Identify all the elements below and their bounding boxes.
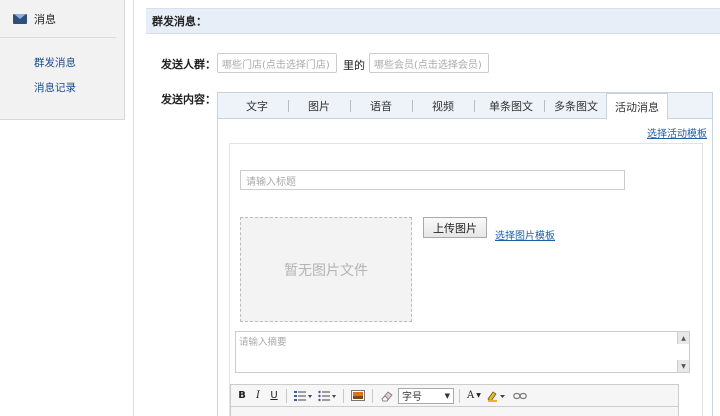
tab-bar: 文字 图片 语音 视频 单条图文 多条图文 活动消息 bbox=[218, 93, 712, 120]
rich-text-editor: B I U 字号 ▼ A ▼ bbox=[230, 384, 679, 416]
store-select-input[interactable]: 哪些门店(点击选择门店) bbox=[217, 53, 337, 73]
font-size-select-value: 字号 bbox=[402, 392, 422, 403]
member-select-input[interactable]: 哪些会员(点击选择会员) bbox=[369, 53, 489, 73]
toolbar-divider bbox=[372, 388, 373, 403]
font-color-label: A bbox=[467, 390, 475, 401]
toolbar-divider bbox=[459, 388, 460, 403]
sidebar-header: 消息 bbox=[0, 0, 116, 38]
ordered-list-icon[interactable] bbox=[292, 388, 314, 404]
scroll-up-icon[interactable]: ▲ bbox=[677, 332, 689, 344]
select-image-template-link[interactable]: 选择图片模板 bbox=[495, 227, 555, 242]
toolbar-divider bbox=[343, 388, 344, 403]
sidebar-item-mass-message[interactable]: 群发消息 bbox=[34, 55, 76, 70]
tab-video[interactable]: 视频 bbox=[420, 93, 466, 119]
summary-textarea[interactable]: 请输入摘要 ▲ ▼ bbox=[235, 331, 690, 373]
upload-image-button[interactable]: 上传图片 bbox=[423, 217, 487, 238]
connector-text: 里的 bbox=[343, 59, 365, 72]
font-color-button[interactable]: A ▼ bbox=[465, 388, 483, 404]
summary-placeholder: 请输入摘要 bbox=[239, 337, 287, 348]
scroll-down-icon[interactable]: ▼ bbox=[677, 360, 689, 372]
unordered-list-icon[interactable] bbox=[316, 388, 338, 404]
title-input[interactable]: 请输入标题 bbox=[240, 170, 625, 190]
underline-button[interactable]: U bbox=[267, 388, 281, 404]
chevron-down-icon: ▼ bbox=[476, 392, 481, 399]
member-select-placeholder: 哪些会员(点击选择会员) bbox=[374, 59, 482, 71]
content-label: 发送内容： bbox=[161, 93, 216, 106]
store-select-placeholder: 哪些门店(点击选择门店) bbox=[222, 59, 330, 71]
envelope-icon bbox=[13, 13, 27, 24]
sidebar-title: 消息 bbox=[34, 12, 56, 26]
section-title: 群发消息： bbox=[152, 15, 207, 28]
eraser-icon[interactable] bbox=[378, 388, 396, 404]
image-preview: 暂无图片文件 bbox=[240, 217, 412, 322]
recipients-label: 发送人群： bbox=[161, 58, 216, 71]
tab-divider bbox=[474, 100, 475, 112]
no-image-text: 暂无图片文件 bbox=[284, 262, 368, 279]
editor-toolbar: B I U 字号 ▼ A ▼ bbox=[231, 385, 678, 407]
sidebar-divider bbox=[133, 0, 134, 416]
tab-text[interactable]: 文字 bbox=[232, 93, 282, 119]
bold-button[interactable]: B bbox=[235, 388, 249, 404]
tab-divider bbox=[350, 100, 351, 112]
italic-button[interactable]: I bbox=[251, 388, 265, 404]
tab-multi-article[interactable]: 多条图文 bbox=[548, 93, 604, 119]
select-activity-template-link[interactable]: 选择活动模板 bbox=[647, 125, 707, 140]
font-size-select[interactable]: 字号 ▼ bbox=[398, 387, 454, 404]
tab-voice[interactable]: 语音 bbox=[358, 93, 404, 119]
title-placeholder: 请输入标题 bbox=[246, 176, 296, 188]
tab-image[interactable]: 图片 bbox=[296, 93, 342, 119]
tab-divider bbox=[544, 100, 545, 112]
section-title-bar: 群发消息： bbox=[146, 8, 720, 34]
tab-single-article[interactable]: 单条图文 bbox=[480, 93, 542, 119]
chevron-down-icon: ▼ bbox=[444, 391, 450, 400]
sidebar-item-message-history[interactable]: 消息记录 bbox=[34, 80, 76, 95]
toolbar-divider bbox=[286, 388, 287, 403]
tab-divider bbox=[412, 100, 413, 112]
highlight-color-icon[interactable] bbox=[485, 388, 509, 404]
tab-activity-message[interactable]: 活动消息 bbox=[606, 93, 668, 120]
tab-divider bbox=[288, 100, 289, 112]
link-icon[interactable] bbox=[511, 388, 529, 404]
sidebar: 消息 群发消息 消息记录 bbox=[0, 0, 125, 120]
insert-image-icon[interactable] bbox=[349, 388, 367, 404]
